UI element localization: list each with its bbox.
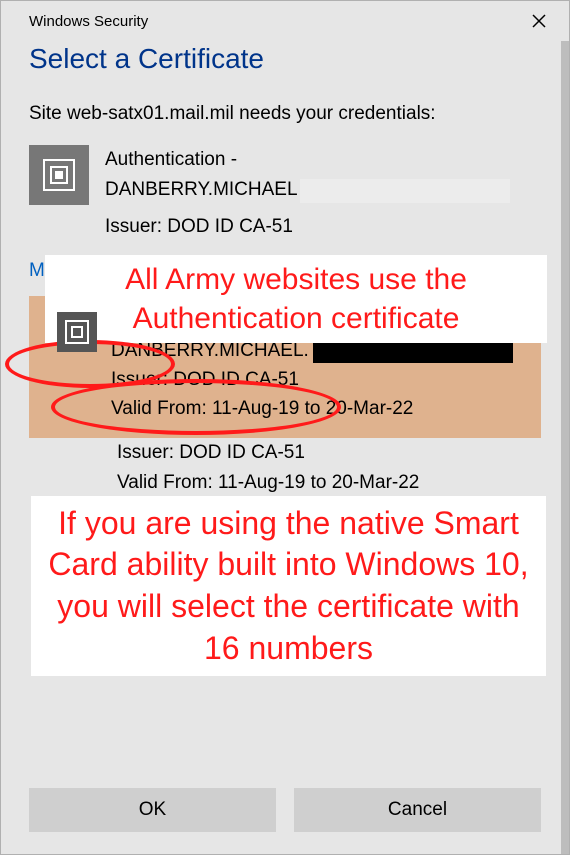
certificate-item[interactable]: Issuer: DOD ID CA-51 Valid From: 11-Aug-… — [1, 438, 569, 499]
window-title: Windows Security — [29, 13, 148, 30]
redacted-name-suffix — [300, 179, 510, 203]
dialog-heading: Select a Certificate — [1, 41, 569, 85]
ok-button[interactable]: OK — [29, 788, 276, 832]
close-icon — [532, 14, 546, 28]
certificate-issuer: Issuer: DOD ID CA-51 — [105, 212, 541, 242]
certificate-details: Authentication - DANBERRY.MICHAEL Issuer… — [105, 145, 541, 242]
certificate-icon — [29, 145, 89, 205]
cancel-button[interactable]: Cancel — [294, 788, 541, 832]
certificate-title-prefix: Authentication - — [105, 145, 541, 175]
certificate-holder-name: DANBERRY.MICHAEL — [105, 175, 298, 205]
certificate-issuer: Issuer: DOD ID CA-51 — [111, 365, 527, 394]
certificate-validity: Valid From: 11-Aug-19 to 20-Mar-22 — [117, 468, 541, 498]
certificate-item[interactable]: Authentication - DANBERRY.MICHAEL Issuer… — [1, 133, 569, 242]
certificate-validity: Valid From: 11-Aug-19 to 20-Mar-22 — [111, 394, 527, 423]
button-row: OK Cancel — [29, 788, 541, 832]
scrollbar[interactable] — [561, 41, 569, 854]
annotation-overlay: All Army websites use the Authentication… — [45, 255, 547, 343]
windows-security-dialog: Windows Security Select a Certificate Si… — [0, 0, 570, 855]
titlebar: Windows Security — [1, 1, 569, 41]
certificate-icon — [57, 312, 97, 352]
annotation-overlay: If you are using the native Smart Card a… — [31, 496, 546, 676]
site-message: Site web-satx01.mail.mil needs your cred… — [1, 85, 569, 133]
certificate-issuer: Issuer: DOD ID CA-51 — [117, 438, 541, 468]
close-button[interactable] — [519, 1, 559, 41]
